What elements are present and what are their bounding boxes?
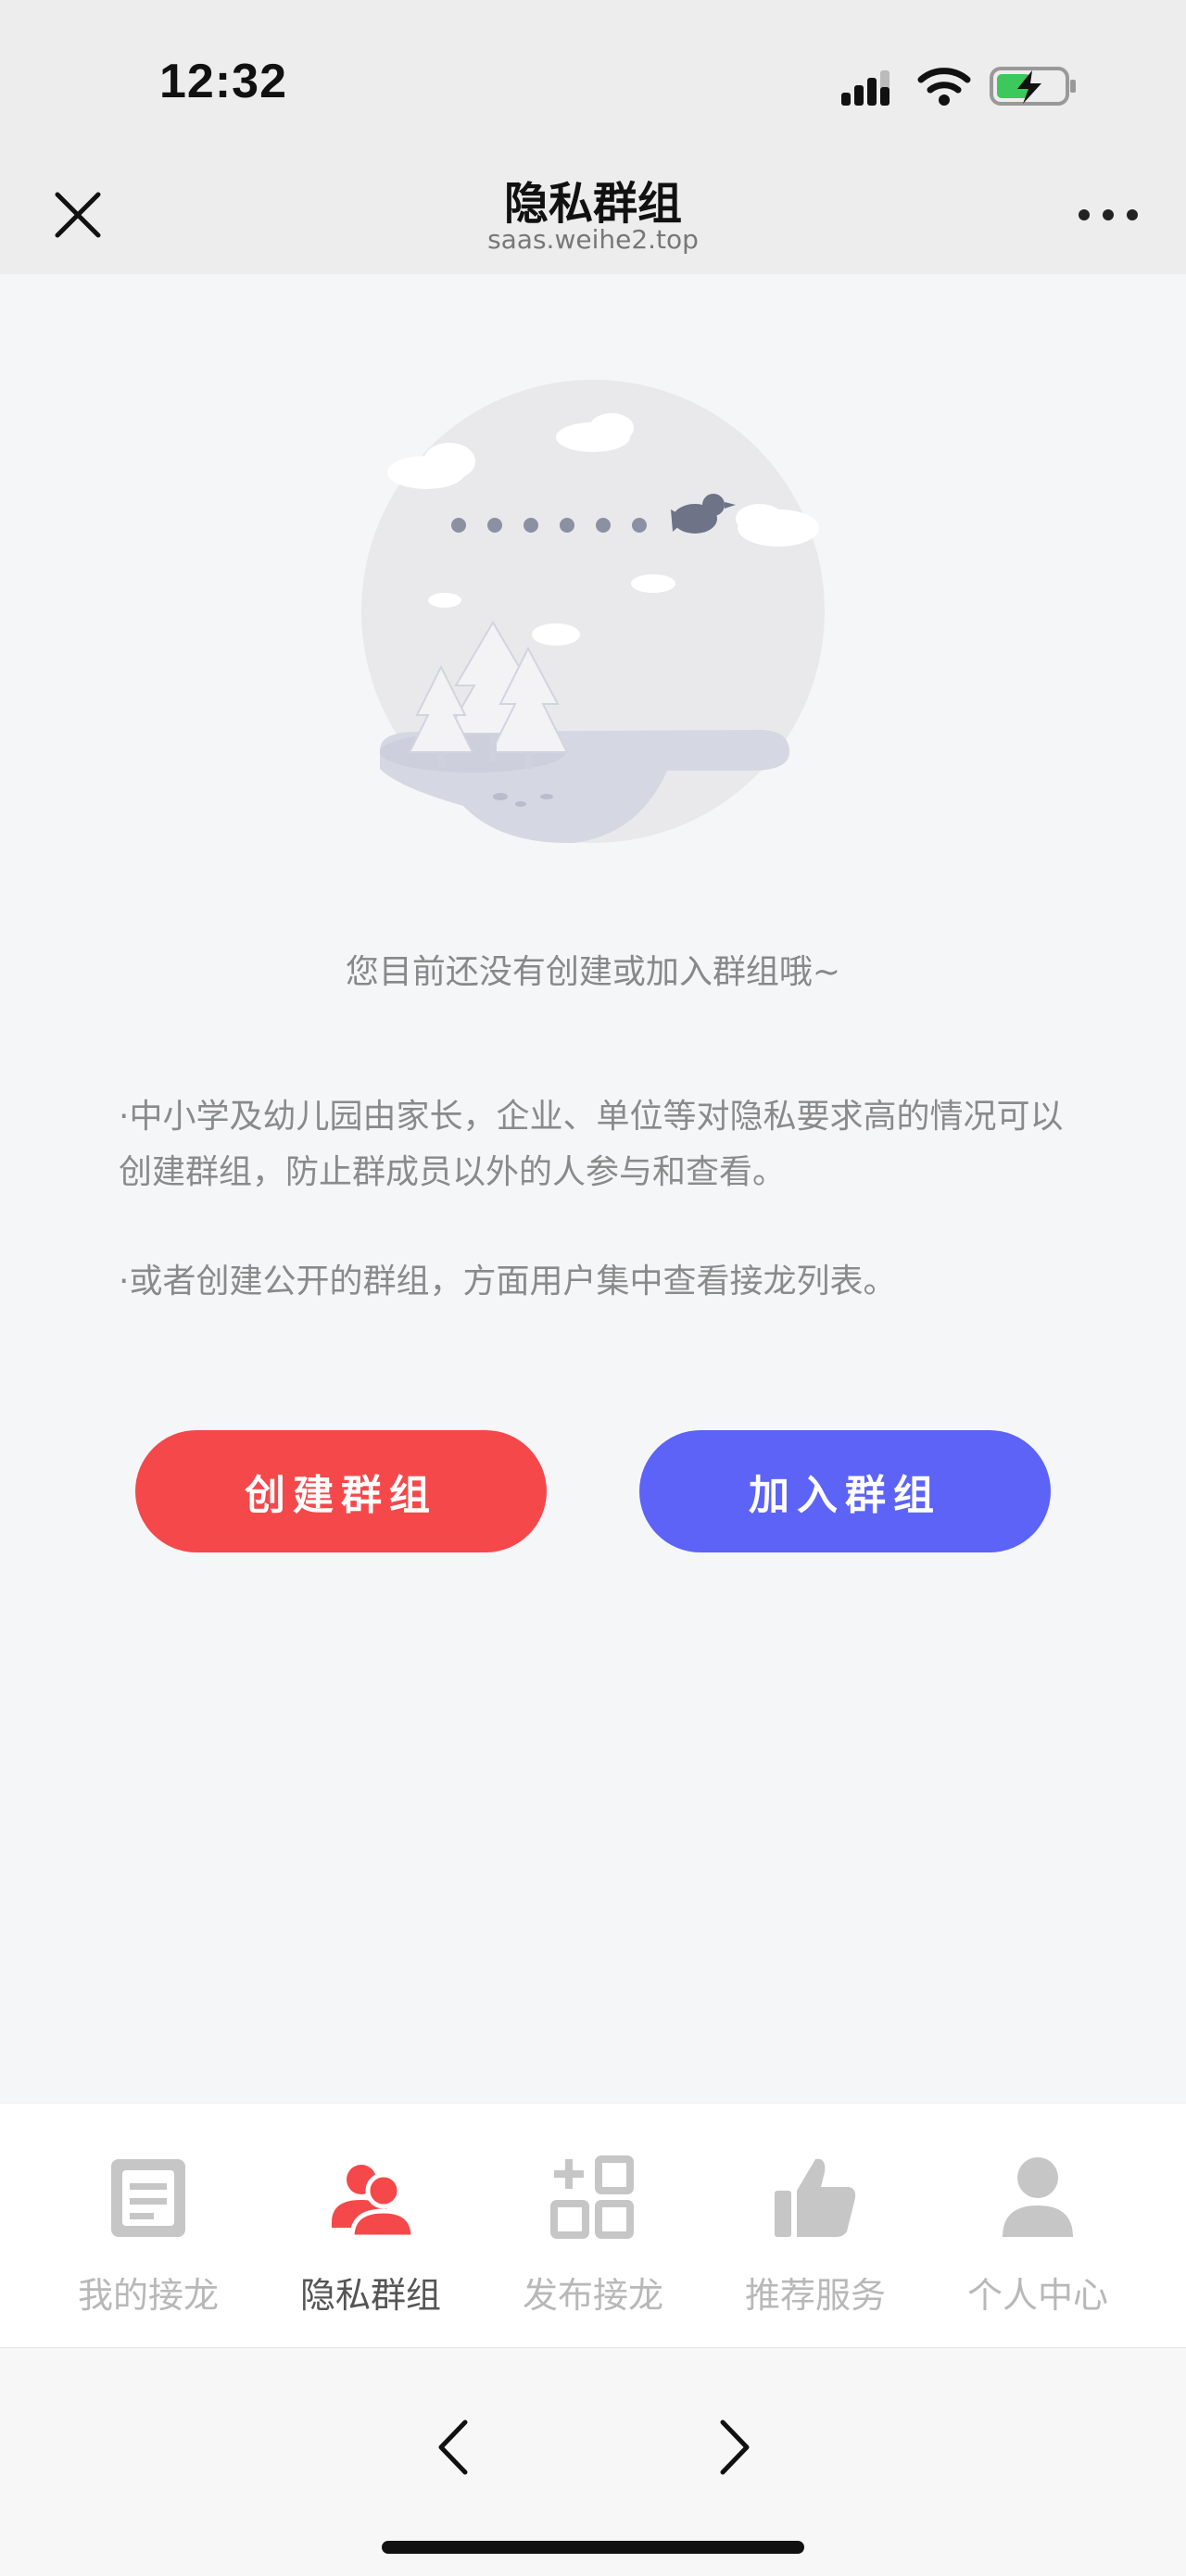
join-group-button[interactable]: 加入群组	[639, 1430, 1051, 1552]
thumbs-up-icon	[775, 2158, 856, 2237]
tab-private-group[interactable]: 隐私群组	[252, 2104, 489, 2348]
empty-state-message: 您目前还没有创建或加入群组哦~	[345, 953, 841, 991]
more-options-icon[interactable]	[1075, 196, 1142, 233]
tab-publish-relay[interactable]: 发布接龙	[474, 2104, 712, 2348]
nav-bar: 隐私群组 saas.weihe2.top	[0, 157, 1186, 274]
tab-personal-center[interactable]: 个人中心	[919, 2104, 1156, 2348]
empty-state-illustration	[361, 380, 825, 844]
tab-label: 我的接龙	[77, 2275, 219, 2316]
tab-recommended[interactable]: 推荐服务	[697, 2104, 934, 2348]
wifi-icon	[917, 68, 971, 106]
page-domain: saas.weihe2.top	[487, 224, 699, 255]
status-bar: 12:32	[0, 0, 1186, 157]
forward-arrow-icon[interactable]	[708, 2415, 760, 2480]
document-icon	[111, 2159, 185, 2237]
cellular-signal-icon	[841, 70, 890, 106]
description-public: ·或者创建公开的群组，方面用户集中查看接龙列表。	[119, 1263, 897, 1301]
person-icon	[1003, 2157, 1073, 2237]
browser-toolbar	[0, 2347, 1186, 2576]
battery-charging-icon	[990, 67, 1076, 106]
back-arrow-icon[interactable]	[428, 2415, 480, 2480]
tab-label: 个人中心	[966, 2275, 1108, 2316]
tab-label: 推荐服务	[744, 2275, 886, 2316]
status-time: 12:32	[159, 55, 287, 108]
description-private: ·中小学及幼儿园由家长，企业、单位等对隐私要求高的情况可以创建群组，防止群成员以…	[119, 1098, 1064, 1191]
group-icon	[332, 2165, 416, 2240]
home-indicator[interactable]	[382, 2541, 804, 2554]
tab-label: 隐私群组	[299, 2275, 441, 2316]
create-group-button[interactable]: 创建群组	[135, 1430, 547, 1552]
page-title: 隐私群组	[503, 178, 682, 230]
tab-my-relay[interactable]: 我的接龙	[30, 2104, 267, 2348]
tab-label: 发布接龙	[522, 2275, 663, 2316]
tab-bar: 我的接龙 隐私群组 发布接龙 推荐服务 个人中心	[0, 2103, 1186, 2347]
add-grid-icon	[550, 2155, 634, 2239]
